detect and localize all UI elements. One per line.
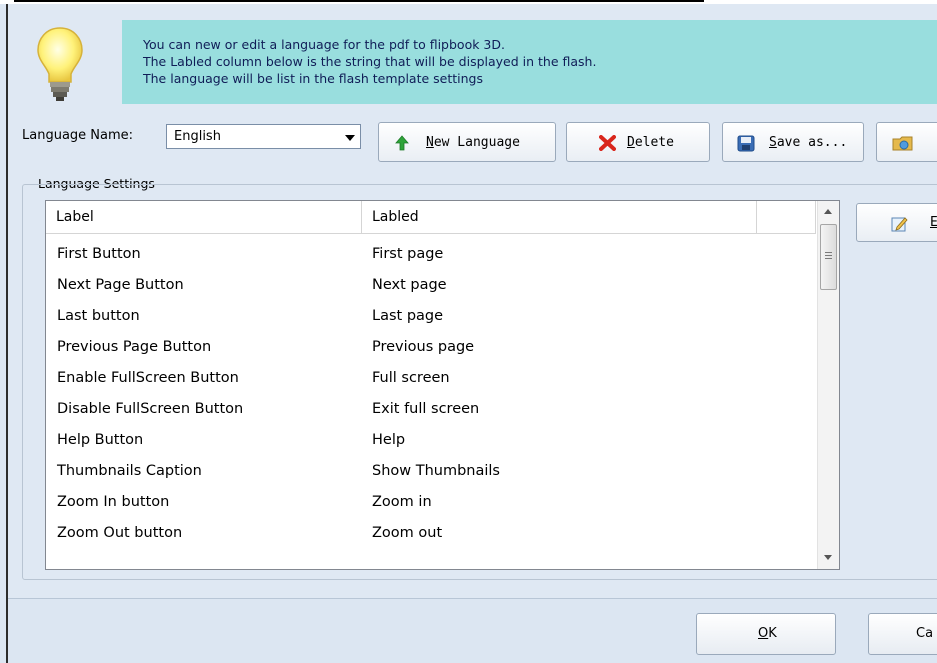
- new-language-label: New Language: [426, 135, 520, 150]
- table-row[interactable]: Last button Last page: [46, 301, 816, 332]
- edit-button[interactable]: E: [856, 203, 937, 242]
- table-row[interactable]: Zoom Out button Zoom out: [46, 518, 816, 549]
- edit-pencil-icon: [891, 217, 908, 232]
- cell-labled[interactable]: Zoom in: [361, 487, 432, 518]
- info-text-line: The language will be list in the flash t…: [143, 71, 483, 86]
- cell-label: Last button: [57, 308, 140, 324]
- cell-labled[interactable]: Full screen: [361, 363, 450, 394]
- table-row[interactable]: Next Page Button Next page: [46, 270, 816, 301]
- red-x-icon: [599, 135, 616, 151]
- language-settings-grid[interactable]: Label Labled First Button First page Nex…: [45, 200, 840, 570]
- info-text-line: You can new or edit a language for the p…: [143, 37, 505, 52]
- ok-label: OK: [758, 626, 777, 641]
- delete-label: Delete: [627, 135, 674, 150]
- column-header-label[interactable]: Label: [46, 201, 362, 233]
- info-text-line: The Labled column below is the string th…: [143, 54, 597, 69]
- lightbulb-icon: [37, 27, 83, 101]
- cancel-label: Ca: [916, 626, 934, 641]
- cell-labled[interactable]: Previous page: [361, 332, 474, 363]
- scrollbar-thumb[interactable]: [820, 224, 837, 290]
- delete-button[interactable]: Delete: [566, 122, 710, 162]
- cell-label: Zoom Out button: [57, 525, 183, 541]
- cell-labled[interactable]: Zoom out: [361, 518, 442, 549]
- chevron-down-icon[interactable]: [345, 135, 355, 141]
- column-header-empty: [757, 201, 816, 233]
- save-as-label: Save as...: [769, 135, 848, 150]
- cell-label: Thumbnails Caption: [57, 463, 202, 479]
- vertical-scrollbar[interactable]: [817, 201, 839, 569]
- grip-line: [825, 258, 832, 259]
- save-as-button[interactable]: Save as...: [722, 122, 864, 162]
- language-select[interactable]: English: [166, 124, 361, 149]
- cell-label: Disable FullScreen Button: [57, 401, 244, 417]
- ok-button[interactable]: OK: [696, 613, 836, 655]
- green-up-arrow-icon: [395, 135, 409, 151]
- table-row[interactable]: Disable FullScreen Button Exit full scre…: [46, 394, 816, 425]
- cell-label: Zoom In button: [57, 494, 170, 510]
- grip-line: [825, 252, 832, 253]
- top-border-line: [14, 0, 704, 2]
- table-row[interactable]: Help Button Help: [46, 425, 816, 456]
- cell-labled[interactable]: Next page: [361, 270, 447, 301]
- cancel-button[interactable]: Ca: [868, 613, 937, 655]
- cell-labled[interactable]: Help: [361, 425, 405, 456]
- scroll-down-icon[interactable]: [824, 555, 832, 560]
- cell-label: First Button: [57, 246, 141, 262]
- floppy-disk-icon: [737, 135, 755, 152]
- new-language-button[interactable]: New Language: [378, 122, 556, 162]
- cell-label: Help Button: [57, 432, 144, 448]
- grip-line: [825, 255, 832, 256]
- info-banner: You can new or edit a language for the p…: [122, 20, 937, 104]
- cell-label: Previous Page Button: [57, 339, 212, 355]
- edit-label: E: [930, 215, 937, 230]
- table-row[interactable]: Zoom In button Zoom in: [46, 487, 816, 518]
- cell-labled[interactable]: Exit full screen: [361, 394, 479, 425]
- language-name-label: Language Name:: [22, 128, 134, 143]
- grid-header: Label Labled: [46, 201, 816, 234]
- table-row[interactable]: Previous Page Button Previous page: [46, 332, 816, 363]
- cell-labled[interactable]: First page: [361, 239, 443, 270]
- import-button[interactable]: [876, 122, 937, 162]
- cell-label: Enable FullScreen Button: [57, 370, 239, 386]
- cell-labled[interactable]: Show Thumbnails: [361, 456, 500, 487]
- column-header-labled[interactable]: Labled: [362, 201, 757, 233]
- cell-labled[interactable]: Last page: [361, 301, 443, 332]
- folder-icon: [892, 136, 913, 151]
- language-select-value: English: [174, 129, 221, 144]
- scroll-up-icon[interactable]: [824, 209, 832, 214]
- table-row[interactable]: First Button First page: [46, 239, 816, 270]
- table-row[interactable]: Thumbnails Caption Show Thumbnails: [46, 456, 816, 487]
- table-row[interactable]: Enable FullScreen Button Full screen: [46, 363, 816, 394]
- cell-label: Next Page Button: [57, 277, 184, 293]
